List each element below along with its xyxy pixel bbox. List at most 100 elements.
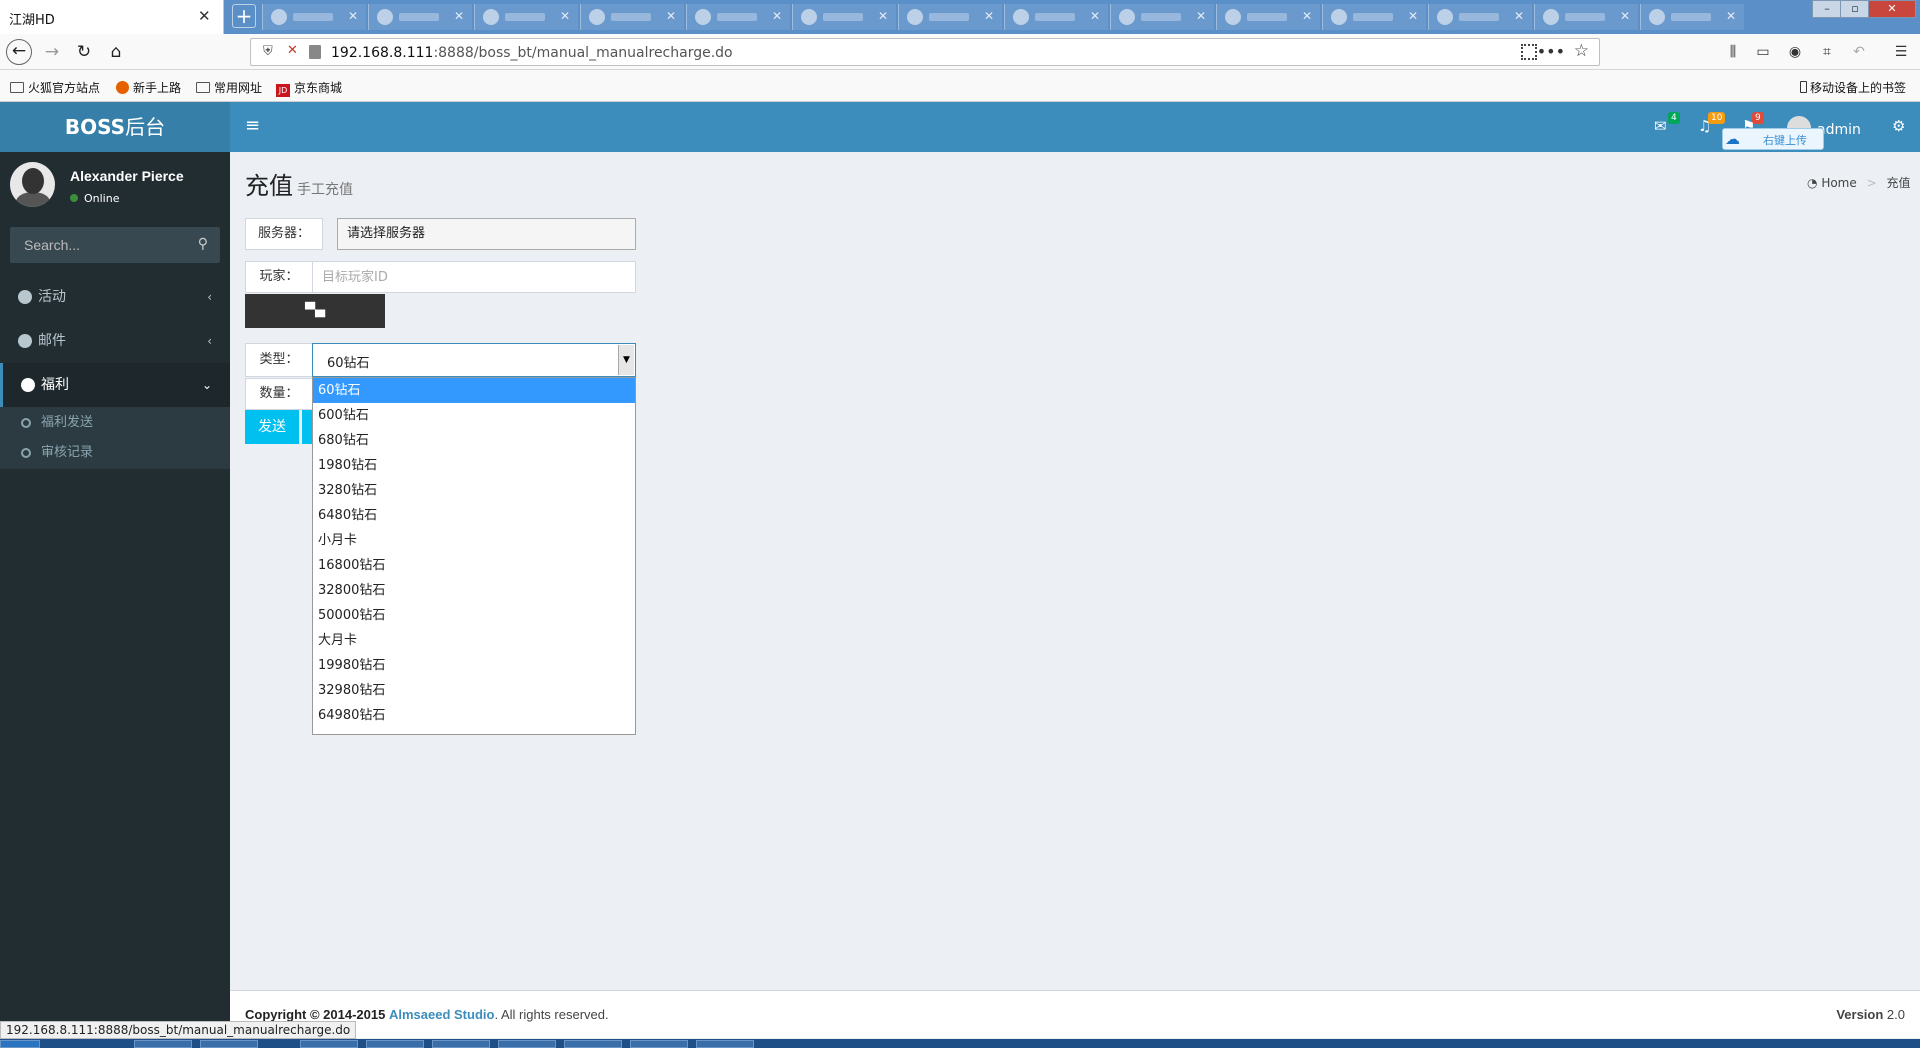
close-tab-icon[interactable]: ✕ xyxy=(1090,9,1100,23)
maximize-window-button[interactable]: ▫ xyxy=(1840,0,1870,18)
chevron-down-icon[interactable]: ▼ xyxy=(618,345,634,375)
dropdown-option[interactable]: 16800钻石 xyxy=(313,553,635,578)
taskbar-app[interactable] xyxy=(696,1040,754,1048)
breadcrumb-home[interactable]: Home xyxy=(1821,176,1856,190)
undo-icon[interactable]: ↶ xyxy=(1850,43,1868,61)
new-tab-button[interactable]: + xyxy=(232,4,256,28)
bookmark-item[interactable]: JD 京东商城 xyxy=(276,79,342,97)
close-tab-icon[interactable]: ✕ xyxy=(1620,9,1630,23)
browser-tab[interactable]: ✕ xyxy=(368,4,472,30)
taskbar-app[interactable] xyxy=(134,1040,192,1048)
browser-tab[interactable]: ✕ xyxy=(898,4,1002,30)
library-icon[interactable]: ⫼ xyxy=(1724,43,1742,61)
browser-tab[interactable]: ✕ xyxy=(1216,4,1320,30)
browser-tab[interactable]: ✕ xyxy=(1640,4,1744,30)
upload-widget[interactable]: ☁ 右键上传 xyxy=(1722,128,1824,150)
dropdown-option[interactable]: 60钻石 xyxy=(313,378,635,403)
browser-tab[interactable]: ✕ xyxy=(262,4,366,30)
browser-tab[interactable]: ✕ xyxy=(580,4,684,30)
close-tab-icon[interactable]: ✕ xyxy=(1196,9,1206,23)
forward-button[interactable]: → xyxy=(40,41,64,65)
folder-icon xyxy=(10,82,24,93)
app-logo[interactable]: BOSS后台 xyxy=(0,102,230,152)
qr-code-icon[interactable] xyxy=(1521,44,1537,60)
gears-icon[interactable]: ⚙ xyxy=(1892,117,1905,135)
browser-tab[interactable]: ✕ xyxy=(474,4,578,30)
close-tab-icon[interactable]: ✕ xyxy=(1726,9,1736,23)
dropdown-option[interactable]: 6480钻石 xyxy=(313,503,635,528)
browser-tab[interactable]: ✕ xyxy=(1004,4,1108,30)
sidebar-item-activity[interactable]: 活动 ‹ xyxy=(0,275,230,319)
menu-icon[interactable]: ☰ xyxy=(1892,43,1910,61)
send-button[interactable]: 发送 xyxy=(245,410,299,444)
sidebar-item-mail[interactable]: 邮件 ‹ xyxy=(0,319,230,363)
close-tab-icon[interactable]: ✕ xyxy=(348,9,358,23)
player-id-input[interactable] xyxy=(312,261,636,293)
server-select[interactable]: 请选择服务器 xyxy=(337,218,636,250)
dropdown-option[interactable]: 32980钻石 xyxy=(313,678,635,703)
home-icon[interactable]: ⌂ xyxy=(104,41,128,65)
dropdown-option[interactable]: 680钻石 xyxy=(313,428,635,453)
search-input[interactable] xyxy=(10,227,190,263)
browser-tab[interactable]: ✕ xyxy=(1322,4,1426,30)
sidebar-subitem-review-records[interactable]: 审核记录 xyxy=(0,438,230,468)
account-icon[interactable]: ◉ xyxy=(1786,43,1804,61)
sidebar-subitem-welfare-send[interactable]: 福利发送 xyxy=(0,408,230,438)
dropdown-option[interactable]: 64980钻石 xyxy=(313,703,635,728)
dropdown-option[interactable]: 32800钻石 xyxy=(313,578,635,603)
close-tab-icon[interactable]: ✕ xyxy=(560,9,570,23)
close-tab-icon[interactable]: ✕ xyxy=(198,7,211,25)
bookmark-item[interactable]: 火狐官方站点 xyxy=(10,79,100,96)
dropdown-option[interactable]: 大月卡 xyxy=(313,628,635,653)
dropdown-option[interactable]: 3280钻石 xyxy=(313,478,635,503)
screenshot-icon[interactable]: ⌗ xyxy=(1818,43,1836,61)
more-actions-icon[interactable]: ••• xyxy=(1537,42,1565,61)
type-select[interactable]: 60钻石 ▼ xyxy=(312,343,636,377)
dropdown-option[interactable]: 50000钻石 xyxy=(313,603,635,628)
taskbar-app[interactable] xyxy=(366,1040,424,1048)
sidebar-icon[interactable]: ▭ xyxy=(1754,43,1772,61)
browser-tab[interactable]: ✕ xyxy=(1110,4,1214,30)
minimize-window-button[interactable]: – xyxy=(1812,0,1842,18)
browser-tab-active[interactable]: 江湖HD ✕ xyxy=(0,0,224,34)
envelope-icon[interactable]: ✉ xyxy=(1654,117,1667,135)
sidebar-item-welfare[interactable]: 福利 ⌄ xyxy=(0,363,230,407)
close-tab-icon[interactable]: ✕ xyxy=(666,9,676,23)
bookmark-star-icon[interactable]: ☆ xyxy=(1574,41,1589,61)
reload-icon[interactable]: ↻ xyxy=(72,41,96,65)
taskbar-app[interactable] xyxy=(564,1040,622,1048)
dropdown-option[interactable]: 600钻石 xyxy=(313,403,635,428)
dropdown-option[interactable]: 小月卡 xyxy=(313,528,635,553)
close-tab-icon[interactable]: ✕ xyxy=(878,9,888,23)
mobile-bookmarks[interactable]: 移动设备上的书签 xyxy=(1800,79,1906,96)
secondary-button[interactable] xyxy=(302,410,312,444)
browser-tab[interactable]: ✕ xyxy=(792,4,896,30)
close-tab-icon[interactable]: ✕ xyxy=(1408,9,1418,23)
browser-tab[interactable]: ✕ xyxy=(686,4,790,30)
start-button[interactable] xyxy=(0,1040,40,1048)
url-bar[interactable]: ⛨ ✕ 192.168.8.111:8888/boss_bt/manual_ma… xyxy=(250,38,1600,66)
dropdown-option[interactable]: 1980钻石 xyxy=(313,453,635,478)
taskbar-app[interactable] xyxy=(200,1040,258,1048)
bookmark-item[interactable]: 新手上路 xyxy=(116,79,181,96)
back-button[interactable]: ← xyxy=(6,39,32,65)
studio-link[interactable]: Almsaeed Studio xyxy=(389,1007,494,1022)
gift-button[interactable]: ▀▄ xyxy=(245,294,385,328)
browser-tab[interactable]: ✕ xyxy=(1534,4,1638,30)
sidebar-toggle-icon[interactable]: ≡ xyxy=(245,115,260,136)
close-window-button[interactable]: ✕ xyxy=(1868,0,1916,18)
taskbar-app[interactable] xyxy=(498,1040,556,1048)
close-tab-icon[interactable]: ✕ xyxy=(984,9,994,23)
close-tab-icon[interactable]: ✕ xyxy=(1302,9,1312,23)
close-tab-icon[interactable]: ✕ xyxy=(1514,9,1524,23)
taskbar-app[interactable] xyxy=(630,1040,688,1048)
taskbar-app[interactable] xyxy=(432,1040,490,1048)
status-bar-url: 192.168.8.111:8888/boss_bt/manual_manual… xyxy=(0,1021,357,1039)
close-tab-icon[interactable]: ✕ xyxy=(772,9,782,23)
search-icon[interactable]: ⚲ xyxy=(198,236,208,252)
dropdown-option[interactable]: 19980钻石 xyxy=(313,653,635,678)
taskbar-app[interactable] xyxy=(300,1040,358,1048)
browser-tab[interactable]: ✕ xyxy=(1428,4,1532,30)
bookmark-item[interactable]: 常用网址 xyxy=(196,79,262,96)
close-tab-icon[interactable]: ✕ xyxy=(454,9,464,23)
